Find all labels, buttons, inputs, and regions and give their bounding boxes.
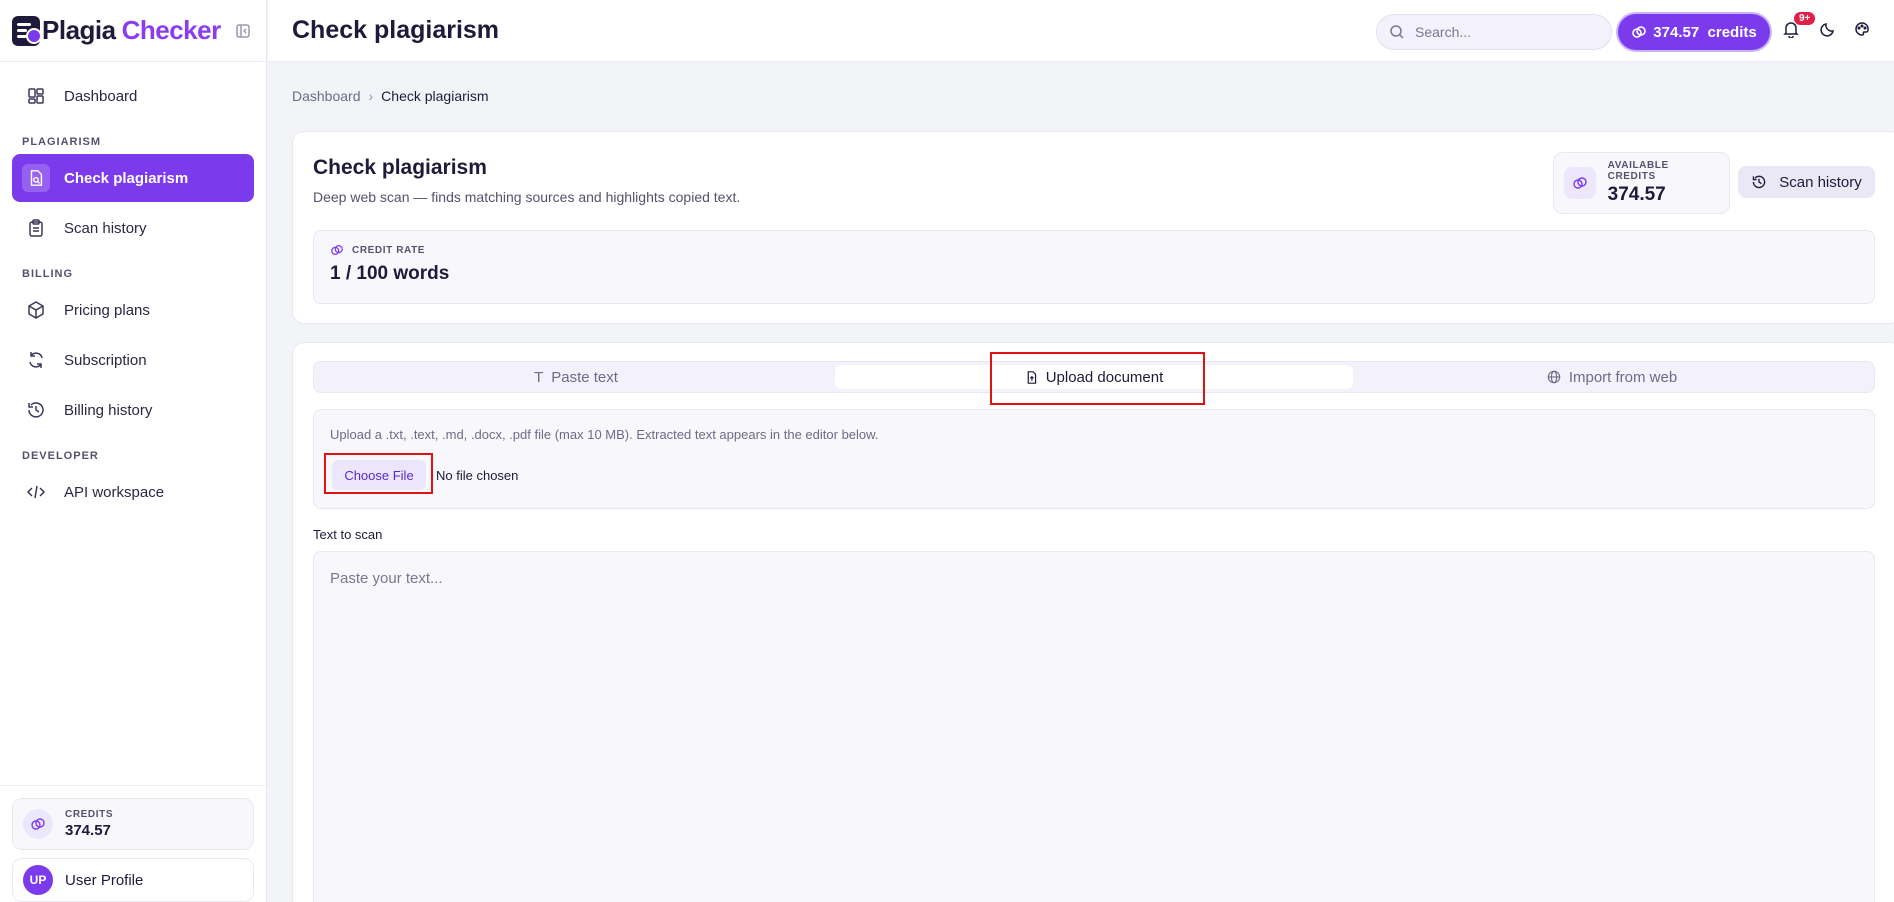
check-plagiarism-card: Check plagiarism Deep web scan — finds m… (292, 131, 1894, 324)
text-to-scan-textarea[interactable]: Paste your text... (313, 551, 1875, 902)
dashboard-icon (28, 88, 44, 104)
top-header: Check plagiarism Search... 374.57 credit… (268, 0, 1894, 62)
scan-history-label: Scan history (1779, 173, 1862, 191)
tab-paste-text[interactable]: T Paste text (317, 365, 835, 389)
textarea-placeholder: Paste your text... (330, 570, 443, 587)
logo-icon (12, 15, 42, 46)
available-credits-label: AVAILABLE CREDITS (1607, 160, 1669, 182)
notification-badge: 9+ (1794, 12, 1816, 25)
sidebar-item-label: Dashboard (64, 87, 138, 105)
coins-icon (1632, 26, 1647, 38)
package-icon (28, 301, 44, 319)
coins-icon (1564, 167, 1596, 199)
sidebar-item-label: Pricing plans (64, 301, 150, 319)
sidebar-item-subscription[interactable]: Subscription (12, 336, 254, 384)
globe-icon (1547, 370, 1561, 384)
user-profile-button[interactable]: UP User Profile (12, 858, 254, 902)
refresh-icon (29, 352, 43, 368)
highlight-box (324, 453, 433, 494)
logo-row: Plagia Checker (0, 0, 266, 62)
tab-label: Import from web (1568, 368, 1678, 386)
highlight-box (990, 352, 1205, 405)
tab-import-from-web[interactable]: Import from web (1353, 365, 1871, 389)
sidebar-section-plagiarism: PLAGIARISM (22, 136, 102, 148)
available-credits-value: 374.57 (1607, 184, 1666, 205)
search-icon (1390, 25, 1404, 39)
sidebar-item-dashboard[interactable]: Dashboard (12, 72, 254, 120)
file-status-text: No file chosen (436, 468, 519, 483)
sidebar: Plagia Checker Dashboard PLAGIARISM Check… (0, 0, 267, 902)
sidebar-item-api-workspace[interactable]: API workspace (12, 468, 254, 516)
search-input[interactable]: Search... (1376, 14, 1612, 50)
moon-icon[interactable] (1820, 21, 1836, 37)
sidebar-item-check-plagiarism[interactable]: Check plagiarism (12, 154, 254, 202)
upload-hint: Upload a .txt, .text, .md, .docx, .pdf f… (330, 427, 879, 442)
text-icon: T (534, 368, 544, 386)
sidebar-item-billing-history[interactable]: Billing history (12, 386, 254, 434)
page-title: Check plagiarism (292, 16, 500, 44)
credit-rate-box: CREDIT RATE 1 / 100 words (313, 230, 1875, 304)
search-placeholder: Search... (1415, 24, 1472, 40)
breadcrumb-root-link[interactable]: Dashboard (292, 88, 361, 104)
sidebar-collapse-icon[interactable] (232, 20, 254, 42)
credits-pill-button[interactable]: 374.57 credits (1618, 14, 1770, 50)
logo-text[interactable]: Plagia Checker (42, 15, 221, 46)
coins-icon (23, 809, 53, 839)
sidebar-footer: CREDITS 374.57 UP User Profile (0, 785, 266, 902)
history-icon (1752, 175, 1766, 189)
file-search-icon (30, 170, 43, 186)
scan-input-card: T Paste text Upload document Import from… (292, 342, 1894, 902)
breadcrumb: Dashboard › Check plagiarism (292, 88, 489, 104)
logo-text-part1: Plagia (42, 15, 116, 45)
breadcrumb-current: Check plagiarism (381, 88, 489, 104)
coins-icon (331, 245, 343, 255)
sidebar-credits-value: 374.57 (65, 822, 111, 839)
sidebar-item-label: Subscription (64, 351, 147, 369)
available-credits-card: AVAILABLE CREDITS 374.57 (1553, 152, 1730, 214)
sidebar-item-label: Billing history (64, 401, 153, 419)
scan-history-button[interactable]: Scan history (1738, 166, 1875, 198)
sidebar-item-label: API workspace (64, 483, 165, 501)
upload-panel: Upload a .txt, .text, .md, .docx, .pdf f… (313, 409, 1875, 509)
sidebar-item-label: Scan history (64, 219, 147, 237)
sidebar-item-scan-history[interactable]: Scan history (12, 204, 254, 252)
sidebar-item-label: Check plagiarism (64, 169, 189, 187)
code-icon (26, 485, 46, 499)
history-icon (28, 402, 44, 418)
sidebar-section-developer: DEVELOPER (22, 450, 99, 462)
sidebar-item-pricing-plans[interactable]: Pricing plans (12, 286, 254, 334)
avatar: UP (23, 865, 53, 895)
palette-icon[interactable] (1854, 21, 1870, 37)
chevron-right-icon: › (368, 88, 374, 104)
sidebar-credits-card[interactable]: CREDITS 374.57 (12, 798, 254, 850)
clipboard-icon (29, 219, 43, 237)
credit-rate-label: CREDIT RATE (352, 244, 426, 256)
logo-text-part2: Checker (121, 15, 222, 45)
sidebar-credits-label: CREDITS (65, 809, 114, 820)
sidebar-section-billing: BILLING (22, 268, 73, 280)
tab-label: Paste text (551, 368, 618, 386)
credit-rate-value: 1 / 100 words (330, 263, 450, 284)
card-subtitle: Deep web scan — finds matching sources a… (313, 189, 741, 205)
sidebar-nav: Dashboard PLAGIARISM Check plagiarism Sc… (0, 62, 266, 528)
credits-pill-label: 374.57 credits (1653, 23, 1757, 41)
text-to-scan-label: Text to scan (313, 527, 383, 542)
card-title: Check plagiarism (313, 156, 487, 179)
profile-name: User Profile (65, 871, 144, 889)
